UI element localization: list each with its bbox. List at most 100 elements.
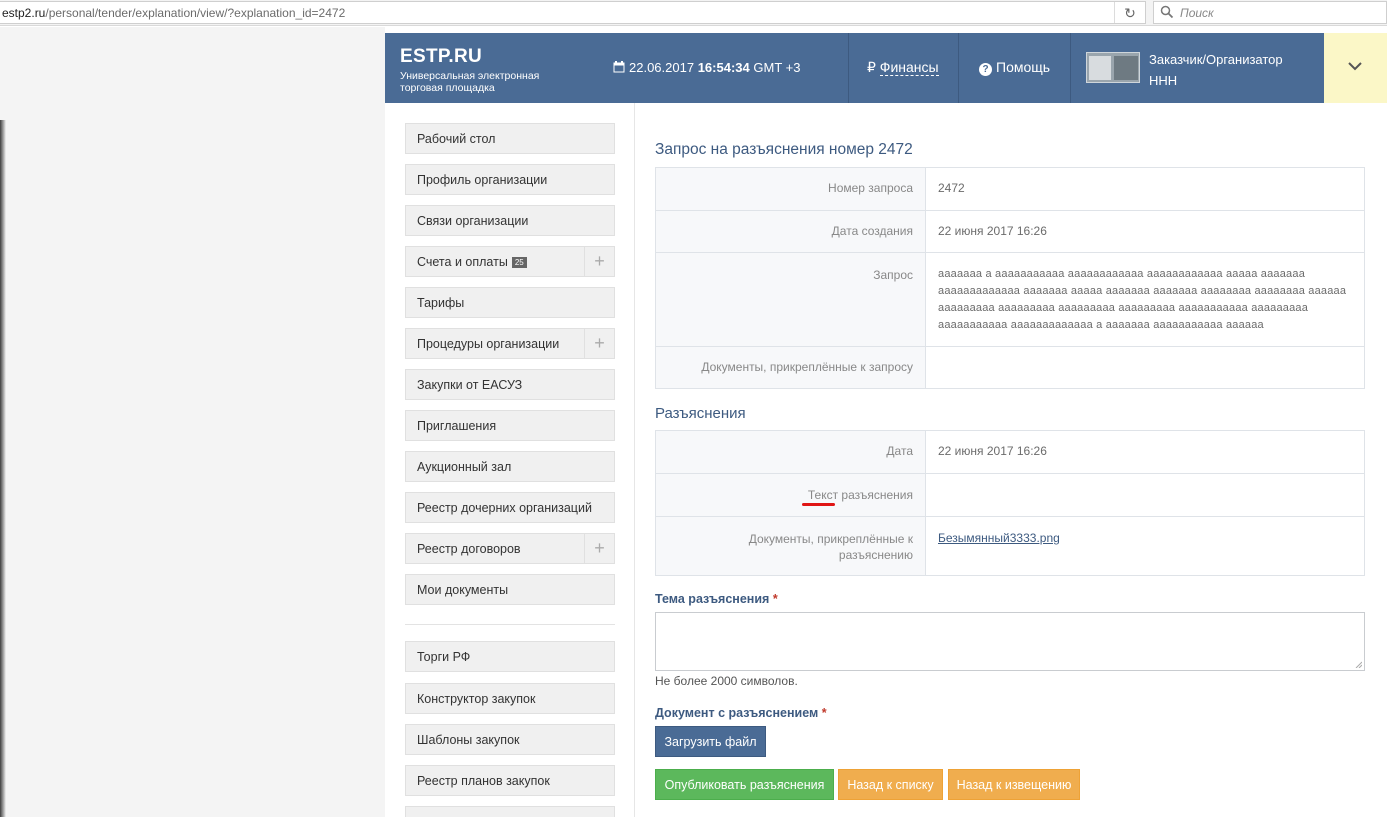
row-value: 22 июня 2017 16:26 [938,224,1047,238]
site-header: ESTP.RU Универсальная электронная торгов… [385,33,1387,103]
sidebar-item-label: Торги РФ [417,650,471,664]
row-label-line: разъяснению [838,548,913,562]
address-bar-divider [1114,2,1115,23]
sidebar-item-label: Шаблоны закупок [417,733,520,747]
address-bar[interactable]: estp2.ru/personal/tender/explanation/vie… [0,1,1146,24]
site-logo[interactable]: ESTP.RU [400,46,482,68]
sidebar-item-accounts[interactable]: Счета и оплаты 25 + [405,246,615,277]
topic-field-label: Тема разъяснения * [655,592,778,606]
row-value: 2472 [938,181,965,195]
sidebar-item-label: Счета и оплаты 25 [417,255,527,269]
header-divider [958,33,959,103]
sidebar-item-subsidiaries[interactable]: Реестр дочерних организаций [405,492,615,523]
table-row: Дата создания 22 июня 2017 16:26 [656,210,1364,252]
sidebar-item-torgi-rf[interactable]: Торги РФ [405,641,615,672]
upload-file-button[interactable]: Загрузить файл [655,726,766,757]
sidebar-item-label: Реестр договоров [417,542,521,556]
row-value [926,347,1364,388]
sidebar-item-org-profile[interactable]: Профиль организации [405,164,615,195]
sidebar-item-label: Реестр дочерних организаций [417,501,592,515]
help-label: Помощь [996,59,1051,75]
back-to-list-button[interactable]: Назад к списку [838,769,943,800]
row-label: Текст разъяснения [656,474,926,516]
user-menu-toggle[interactable] [1324,33,1387,103]
table-row: Номер запроса 2472 [656,168,1364,210]
required-mark: * [772,592,778,606]
date-text: 22.06.2017 [629,60,695,75]
search-placeholder: Поиск [1180,6,1214,20]
row-label: Дата создания [656,211,926,252]
page-background-left [0,27,385,817]
browser-toolbar: estp2.ru/personal/tender/explanation/vie… [0,0,1387,26]
sidebar-item-label: Закупки от ЕАСУЗ [417,378,523,392]
sidebar-item-label: Процедуры организации [417,337,560,351]
sidebar-item-label: Профиль организации [417,173,548,187]
row-value: Безымянный3333.png [926,517,1364,575]
sidebar-item-label: Конструктор закупок [417,692,536,706]
sidebar-item-constructor[interactable]: Конструктор закупок [405,683,615,714]
row-label: Документы, прикреплённые к запросу [656,347,926,388]
back-to-notice-button[interactable]: Назад к извещению [948,769,1080,800]
sidebar-item-templates[interactable]: Шаблоны закупок [405,724,615,755]
sidebar-item-easuz[interactable]: Закупки от ЕАСУЗ [405,369,615,400]
sidebar-item-org-links[interactable]: Связи организации [405,205,615,236]
row-label: Документы, прикреплённые к разъяснению [656,517,926,575]
publish-button[interactable]: Опубликовать разъяснения [655,769,834,800]
server-datetime: 22.06.2017 16:54:34 GMT +3 [613,60,800,75]
finance-label: Финансы [879,59,939,76]
row-value [926,474,1364,516]
sidebar-item-auction-hall[interactable]: Аукционный зал [405,451,615,482]
row-value: ааааааа а ааааааааааа аааааааааааа ааааа… [938,268,1347,331]
topic-textarea[interactable] [655,612,1365,671]
table-row: Документы, прикреплённые к разъяснению Бе… [656,516,1364,575]
finance-link[interactable]: ₽ Финансы [867,59,939,76]
sidebar-item-label: Аукционный зал [417,460,512,474]
doc-label-text: Документ с разъяснением [655,706,819,720]
required-mark: * [821,706,827,720]
sidebar-item-label: Мои документы [417,583,509,597]
url-path: /personal/tender/explanation/view/?expla… [45,6,346,20]
row-label-part: разъяснения [838,488,913,502]
sidebar-item-label: Рабочий стол [417,132,496,146]
reload-icon[interactable]: ↻ [1121,4,1139,22]
user-info[interactable]: Заказчик/Организатор ННН [1149,49,1283,91]
attached-file-link[interactable]: Безымянный3333.png [938,531,1060,545]
site-logo-subtitle: Универсальная электронная торговая площа… [400,70,540,94]
time-text: 16:54:34 [697,60,750,75]
sidebar-item-desktop[interactable]: Рабочий стол [405,123,615,154]
address-bar-url[interactable]: estp2.ru/personal/tender/explanation/vie… [2,6,345,20]
sidebar-item-more[interactable] [405,806,615,817]
sidebar-item-plans-registry[interactable]: Реестр планов закупок [405,765,615,796]
sidebar-item-invitations[interactable]: Приглашения [405,410,615,441]
ruble-icon: ₽ [867,59,880,75]
sidebar-nav: Рабочий стол Профиль организации Связи о… [385,103,635,817]
browser-search-box[interactable]: Поиск [1153,1,1387,24]
header-divider [848,33,849,103]
sidebar-item-label: Связи организации [417,214,529,228]
sidebar-item-contracts[interactable]: Реестр договоров + [405,533,615,564]
table-row: Текст разъяснения [656,473,1364,516]
sidebar-item-label: Реестр планов закупок [417,774,550,788]
timezone-text: GMT +3 [753,60,801,75]
sidebar-item-my-documents[interactable]: Мои документы [405,574,615,605]
expand-plus-icon[interactable]: + [584,329,614,358]
help-link[interactable]: ? Помощь [979,59,1050,76]
window-edge-shadow [0,120,6,817]
header-divider [1070,33,1071,103]
calendar-icon [613,61,625,73]
request-details-table: Номер запроса 2472 Дата создания 22 июня… [655,167,1365,389]
row-label: Дата [656,431,926,473]
row-label-part: Текст [807,488,839,502]
sidebar-divider [405,624,615,625]
avatar[interactable] [1086,52,1140,83]
annotation-underline [802,503,835,506]
resize-handle-icon[interactable] [1355,661,1362,668]
expand-plus-icon[interactable]: + [584,534,614,563]
row-label-line: Документы, прикреплённые к [748,532,913,546]
expand-plus-icon[interactable]: + [584,247,614,276]
row-label: Запрос [656,253,926,346]
page-title: Запрос на разъяснения номер 2472 [655,141,913,158]
row-label: Номер запроса [656,168,926,210]
sidebar-item-procedures[interactable]: Процедуры организации + [405,328,615,359]
sidebar-item-tariffs[interactable]: Тарифы [405,287,615,318]
